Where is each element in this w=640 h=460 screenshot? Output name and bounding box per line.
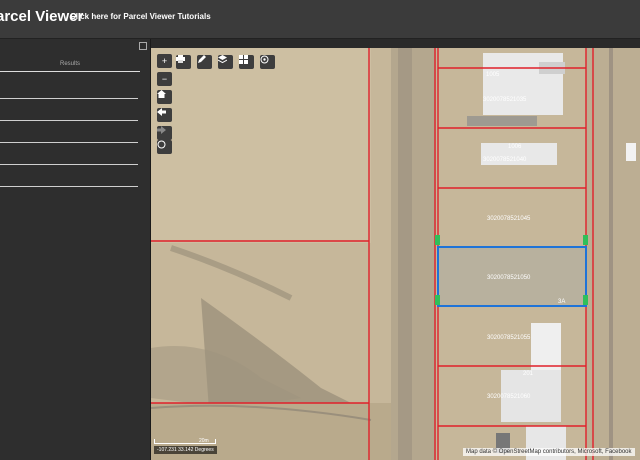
print-icon	[176, 55, 185, 63]
home-icon	[157, 90, 166, 98]
print-button[interactable]	[176, 55, 191, 69]
map-attribution: Map data © OpenStreetMap contributors, M…	[463, 448, 635, 456]
basemap-button[interactable]	[239, 55, 254, 69]
parcel-id: 3020078521055	[487, 335, 531, 341]
home-button[interactable]	[157, 90, 172, 104]
zoom-in-button[interactable]: +	[157, 54, 172, 68]
measure-button[interactable]	[260, 55, 275, 69]
sidebar-tabs: Results	[0, 57, 140, 72]
sidebar-row[interactable]	[0, 98, 138, 99]
sidebar-row[interactable]	[0, 120, 138, 121]
back-button[interactable]	[157, 108, 172, 122]
panel-toggle-icon[interactable]	[139, 42, 147, 50]
coordinate-readout: -107.231 33.142 Degrees	[154, 446, 217, 454]
parcel-labels: 1005 3020078521035 1006 3020078521040 30…	[483, 72, 565, 400]
sidebar-row[interactable]	[0, 164, 138, 165]
layers-icon	[218, 55, 227, 64]
app-header: Parcel Viewer Click here for Parcel View…	[0, 0, 640, 39]
arrow-right-icon	[157, 126, 166, 134]
arrow-left-icon	[157, 108, 166, 116]
sidebar-row[interactable]	[0, 186, 138, 187]
parcel-number: 1006	[508, 144, 522, 150]
pencil-icon	[198, 55, 206, 63]
sidebar-panel: Results	[0, 39, 151, 460]
parcel-id: 3020078521035	[483, 97, 527, 103]
parcel-id: 3020078521045	[487, 216, 531, 222]
parcel-id: 3020078521040	[483, 157, 527, 163]
tab-results[interactable]: Results	[60, 61, 80, 67]
parcel-number: 201	[523, 371, 534, 377]
parcel-number: 3A	[558, 299, 565, 305]
locate-icon	[157, 140, 166, 149]
parcel-number: 1005	[486, 72, 500, 78]
measure-icon	[260, 55, 269, 64]
locate-button[interactable]	[157, 140, 172, 154]
zoom-out-button[interactable]: −	[157, 72, 172, 86]
sidebar-row[interactable]	[0, 142, 138, 143]
grid-icon	[239, 55, 248, 64]
map-view[interactable]: 1005 3020078521035 1006 3020078521040 30…	[151, 48, 640, 460]
parcel-id: 3020078521060	[487, 394, 531, 400]
forward-button[interactable]	[157, 126, 172, 140]
tutorial-link[interactable]: Click here for Parcel Viewer Tutorials	[70, 12, 211, 21]
parcel-id: 3020078521050	[487, 275, 531, 281]
scale-label: 20m	[199, 438, 209, 444]
layers-button[interactable]	[218, 55, 233, 69]
draw-button[interactable]	[197, 55, 212, 69]
